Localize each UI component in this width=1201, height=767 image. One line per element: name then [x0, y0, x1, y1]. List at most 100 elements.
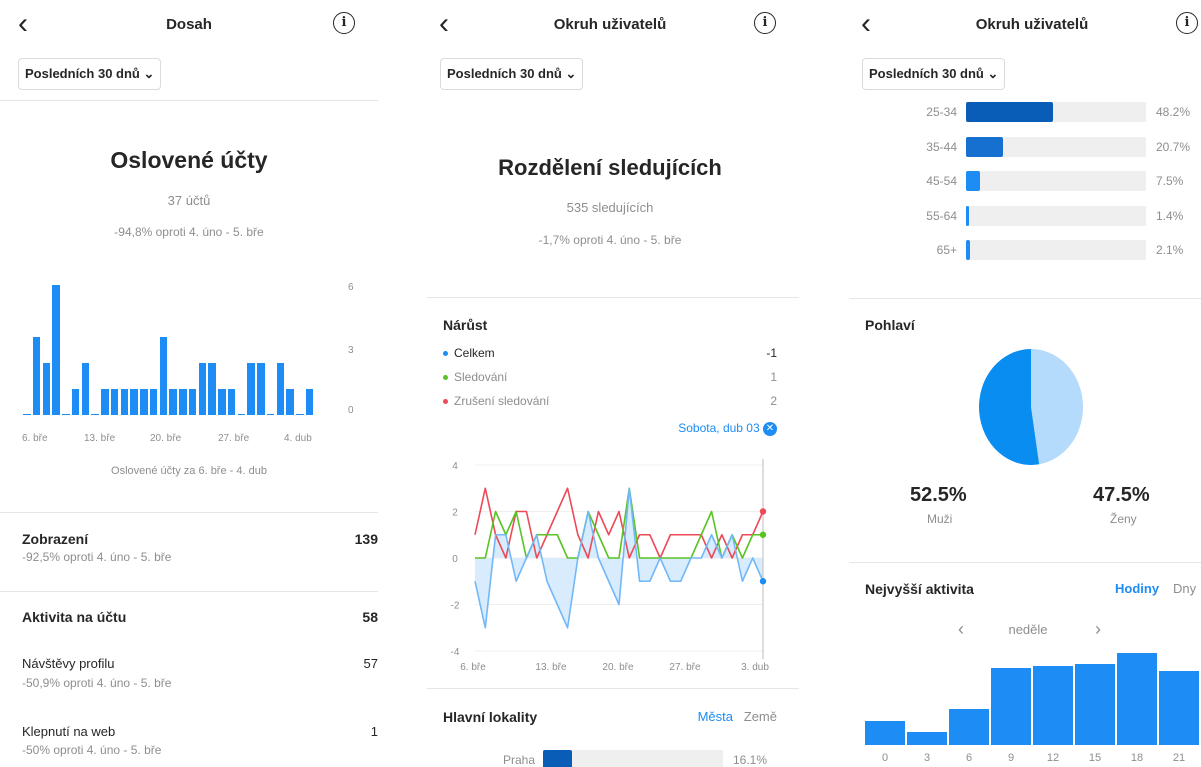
hour-tick: 6 [965, 752, 973, 764]
impressions-value: 139 [354, 531, 378, 547]
growth-y-tick: -4 [451, 647, 460, 658]
legend-label: Sledování [454, 370, 508, 384]
reach-x-tick: 6. bře [22, 433, 48, 444]
age-bar-track [966, 205, 1146, 226]
tab-countries[interactable]: Země [744, 709, 777, 724]
women-label: Ženy [1110, 512, 1137, 526]
age-bar-track [966, 240, 1146, 260]
hour-bar [1159, 670, 1199, 745]
reach-bar [71, 389, 80, 415]
age-range-label: 25-34 [926, 105, 957, 119]
legend-value: 1 [770, 370, 777, 384]
reach-y-tick: 3 [348, 345, 354, 356]
reach-bar [52, 285, 60, 415]
reach-x-tick: 4. dub [284, 433, 312, 444]
reach-bar [120, 389, 129, 415]
men-label: Muži [927, 512, 953, 526]
legend-label: Celkem [454, 346, 495, 360]
hour-bar [907, 731, 947, 745]
period-dropdown[interactable]: Posledních 30 dnů ⌄ [18, 58, 162, 90]
reach-heading: Oslovené účty [110, 147, 268, 173]
divider [0, 100, 378, 101]
chevron-down-icon: ⌄ [565, 66, 577, 81]
divider [427, 297, 799, 298]
hour-tick: 21 [1172, 752, 1186, 764]
reach-bar [81, 363, 90, 415]
age-range-pct: 1.4% [1156, 208, 1184, 223]
selected-day-label: Sobota, dub 03 [678, 421, 760, 435]
hour-tick: 9 [1007, 752, 1015, 764]
growth-y-tick: 4 [452, 461, 458, 472]
chevron-right-icon[interactable]: › [1095, 619, 1101, 640]
close-icon[interactable]: ✕ [763, 421, 777, 436]
legend-dot-icon [443, 399, 448, 405]
growth-x-tick: 13. bře [535, 662, 567, 673]
age-bar-fill [966, 205, 969, 226]
followers-change: -1,7% oproti 4. úno - 5. bře [538, 233, 682, 247]
legend-dot-icon [443, 375, 448, 381]
hour-bar [949, 708, 989, 745]
hour-tick: 18 [1130, 752, 1144, 764]
hour-tick: 15 [1088, 752, 1102, 764]
followers-heading: Rozdělení sledujících [498, 155, 722, 180]
account-activity-label: Aktivita na účtu [22, 609, 127, 625]
hour-tick: 0 [881, 752, 889, 764]
divider [427, 688, 799, 689]
reach-bar [247, 363, 255, 415]
age-bar-fill [966, 240, 970, 260]
reach-bar [237, 414, 246, 415]
reach-bar [208, 363, 216, 415]
legend-item: Sledování 1 [443, 370, 777, 384]
tab-hours[interactable]: Hodiny [1115, 581, 1159, 596]
reach-x-tick: 27. bře [218, 433, 250, 444]
reach-x-tick: 20. bře [150, 433, 182, 444]
period-label: Posledních 30 dnů [447, 66, 562, 81]
selection-dot [759, 578, 767, 585]
legend-item: Celkem -1 [443, 346, 777, 360]
divider [0, 512, 378, 513]
info-icon[interactable]: i [754, 12, 776, 34]
hour-bar [865, 721, 905, 745]
reach-bar [179, 389, 187, 415]
info-icon[interactable]: i [333, 12, 355, 34]
locations-title: Hlavní lokality [443, 709, 538, 725]
reach-count: 37 účtů [167, 193, 211, 208]
tab-cities[interactable]: Města [698, 709, 733, 724]
age-range-pct: 2.1% [1156, 243, 1184, 257]
reach-bar [198, 363, 207, 415]
legend-value: 2 [770, 394, 777, 408]
growth-y-tick: -2 [451, 601, 460, 612]
selected-day-name: neděle [1008, 622, 1048, 637]
tab-days[interactable]: Dny [1173, 581, 1196, 596]
reach-panel: ‹ Dosah i Posledních 30 dnů ⌄ Oslovené ú… [0, 0, 400, 767]
growth-x-tick: 3. dub [741, 662, 769, 673]
hour-bar [1117, 652, 1157, 745]
divider [849, 562, 1201, 563]
city-name: Praha [502, 753, 535, 767]
period-dropdown[interactable]: Posledních 30 dnů ⌄ [862, 58, 1006, 90]
women-pct: 47.5% [1093, 484, 1150, 506]
reach-bar [218, 389, 226, 415]
info-icon[interactable]: i [1176, 12, 1198, 34]
reach-bar [62, 414, 70, 415]
page-title: Dosah [166, 16, 212, 33]
age-bar-fill [966, 102, 1053, 122]
gender-pie-chart [979, 349, 1084, 465]
age-range-pct: 20.7% [1156, 139, 1191, 154]
period-dropdown[interactable]: Posledních 30 dnů ⌄ [440, 58, 584, 90]
series-line-1 [475, 487, 763, 559]
hourly-activity-chart: 0 3 6 9 12 15 18 21 [865, 650, 1201, 767]
reach-bar [286, 389, 294, 415]
age-range-label: 35-44 [926, 139, 957, 154]
account-activity-value: 58 [362, 609, 378, 625]
profile-visits-label: Návštěvy profilu [22, 656, 115, 671]
age-range-label: 65+ [936, 243, 957, 257]
selected-day-chip[interactable]: Sobota, dub 03 ✕ [678, 421, 777, 436]
web-taps-change: -50% oproti 4. úno - 5. bře [22, 743, 162, 757]
reach-bar [130, 389, 138, 415]
growth-line-chart: 4 2 0 -2 -46. bře 13. bře 20. bře 27. bře 3. dub [451, 459, 769, 673]
age-range-pct: 7.5% [1156, 174, 1184, 188]
reach-bar [91, 414, 99, 415]
growth-title: Nárůst [443, 317, 488, 333]
chevron-left-icon[interactable]: ‹ [958, 619, 964, 640]
